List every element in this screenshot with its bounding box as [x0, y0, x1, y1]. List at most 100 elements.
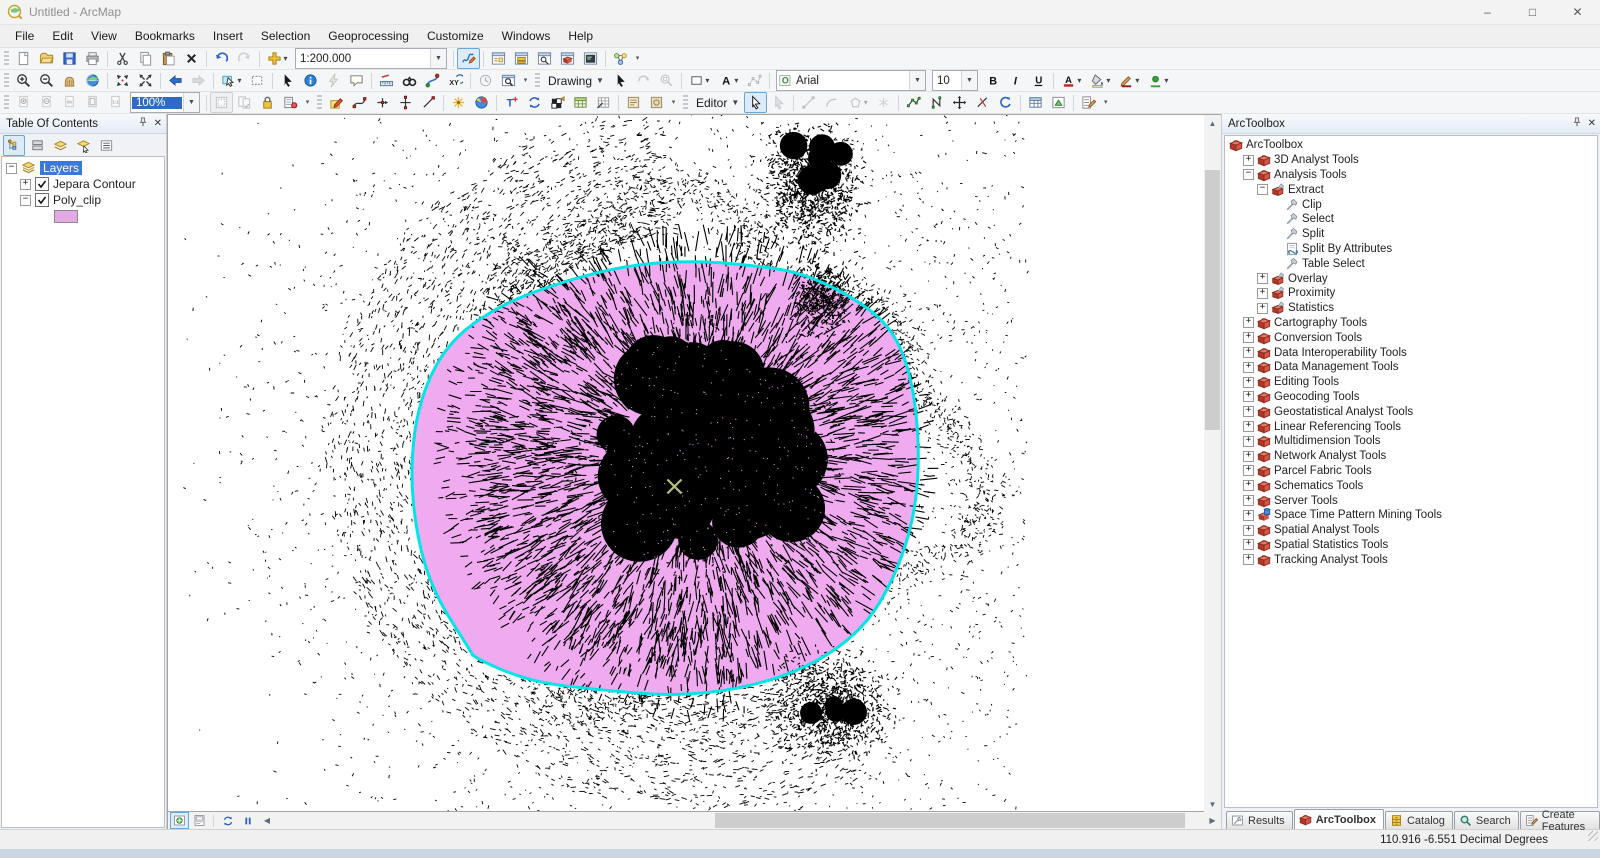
toolbox-item-label[interactable]: Network Analyst Tools — [1274, 450, 1386, 462]
layer-checkbox[interactable] — [35, 193, 49, 207]
toolbox-item-geostatistical-analyst-tools[interactable]: + Geostatistical Analyst Tools — [1229, 404, 1597, 419]
toolbox-item-label[interactable]: Schematics Tools — [1274, 480, 1363, 492]
expand-icon[interactable]: + — [1243, 376, 1254, 388]
cogo-tool-2-button[interactable] — [645, 92, 668, 113]
expand-icon[interactable]: + — [1243, 361, 1254, 373]
menu-file[interactable]: File — [6, 25, 43, 47]
paste-button[interactable] — [157, 48, 180, 69]
cut-button[interactable] — [111, 48, 134, 69]
toolbox-item-label[interactable]: Analysis Tools — [1274, 169, 1347, 181]
expand-icon[interactable]: + — [1243, 421, 1254, 433]
italic-button[interactable]: I — [1004, 70, 1027, 91]
toolbox-item-schematics-tools[interactable]: + Schematics Tools — [1229, 478, 1597, 493]
toc-options-button[interactable] — [95, 135, 117, 156]
layers-root-label[interactable]: Layers — [40, 161, 83, 175]
menu-edit[interactable]: Edit — [43, 25, 82, 47]
expand-icon[interactable]: + — [1243, 347, 1254, 359]
adjustment-preview-button[interactable] — [546, 92, 569, 113]
pin-icon[interactable] — [1571, 116, 1583, 131]
undo-button[interactable] — [210, 48, 233, 69]
expand-icon[interactable]: + — [1243, 465, 1254, 477]
toolbox-item-label[interactable]: Multidimension Tools — [1274, 435, 1381, 447]
layer-checkbox[interactable] — [35, 177, 49, 191]
expand-icon[interactable]: + — [1243, 539, 1254, 551]
collapse-icon[interactable]: − — [6, 162, 17, 174]
toolbox-item-label[interactable]: Data Management Tools — [1274, 361, 1398, 373]
identify-button[interactable] — [299, 70, 322, 91]
split-tool-button[interactable] — [925, 92, 948, 113]
text-tool-button[interactable]: A ▾ — [714, 70, 743, 91]
table-of-contents-window-button[interactable] — [487, 48, 510, 69]
fishnet-links-button[interactable] — [592, 92, 615, 113]
toolbox-item-label[interactable]: Spatial Analyst Tools — [1274, 524, 1379, 536]
toolbox-item-geocoding-tools[interactable]: + Geocoding Tools — [1229, 390, 1597, 405]
align-edge-button[interactable] — [394, 92, 417, 113]
scroll-up-icon[interactable]: ▲ — [1204, 115, 1221, 131]
expand-icon[interactable]: + — [20, 178, 31, 190]
expand-icon[interactable]: + — [1243, 509, 1254, 521]
trace-segment-button[interactable]: ▾ — [843, 92, 872, 113]
expand-icon[interactable]: + — [1243, 391, 1254, 403]
toolbox-item-label[interactable]: Geocoding Tools — [1274, 391, 1359, 403]
toolbox-item-label[interactable]: Statistics — [1288, 302, 1334, 314]
toolbox-item-table-select[interactable]: Table Select — [1229, 256, 1597, 271]
layout-lock-pan-zoom-button[interactable] — [256, 92, 279, 113]
close-icon[interactable]: ✕ — [154, 118, 162, 129]
scroll-left-icon[interactable]: ◀ — [259, 813, 275, 829]
toolbox-item-split-by-attributes[interactable]: Split By Attributes — [1229, 242, 1597, 257]
layout-pan-button[interactable] — [58, 92, 81, 113]
fixed-zoom-out-button[interactable] — [134, 70, 157, 91]
toolbox-item-label[interactable]: Split By Attributes — [1302, 243, 1392, 255]
edit-tool-arrow-button[interactable] — [744, 92, 768, 113]
expand-icon[interactable]: + — [1257, 273, 1268, 285]
toolbar-grip[interactable] — [535, 73, 540, 88]
toolbar-overflow-icon[interactable]: ▾ — [668, 93, 679, 112]
toolbox-item-parcel-fabric-tools[interactable]: + Parcel Fabric Tools — [1229, 464, 1597, 479]
collapse-icon[interactable]: − — [1257, 184, 1268, 196]
list-by-source-button[interactable] — [26, 135, 48, 156]
cut-polygons-button[interactable] — [971, 92, 994, 113]
html-popup-button[interactable] — [345, 70, 368, 91]
zoom-out-button[interactable] — [35, 70, 58, 91]
menu-windows[interactable]: Windows — [493, 25, 560, 47]
layout-focus-data-frame-button[interactable] — [233, 92, 256, 113]
editor-menu[interactable]: Editor ▼ — [691, 93, 744, 112]
toolbar-grip[interactable] — [683, 95, 688, 110]
menu-selection[interactable]: Selection — [252, 25, 319, 47]
expand-icon[interactable]: + — [1243, 450, 1254, 462]
toolbox-item-label[interactable]: Table Select — [1302, 258, 1365, 270]
attributes-grid-green-button[interactable] — [569, 92, 592, 113]
rotate-tool-button[interactable] — [994, 92, 1017, 113]
resize-grip[interactable] — [1588, 831, 1598, 841]
menu-help[interactable]: Help — [559, 25, 602, 47]
toolbox-item-label[interactable]: 3D Analyst Tools — [1274, 154, 1359, 166]
python-window-button[interactable] — [579, 48, 602, 69]
layer-symbol-swatch[interactable] — [54, 209, 78, 223]
toolbox-item-label[interactable]: Clip — [1302, 199, 1322, 211]
toolbox-item-label[interactable]: Linear Referencing Tools — [1274, 421, 1401, 433]
viewer-window-button[interactable] — [497, 70, 520, 91]
pause-drawing-button[interactable] — [238, 812, 257, 829]
generalize-edge-button[interactable] — [417, 92, 440, 113]
error-inspector-button[interactable] — [447, 92, 470, 113]
toolbox-item-data-management-tools[interactable]: + Data Management Tools — [1229, 360, 1597, 375]
toolbox-item-arctoolbox[interactable]: ArcToolbox — [1229, 138, 1597, 153]
toolbar-grip[interactable] — [4, 51, 9, 66]
toolbox-item-space-time-pattern-mining-tools[interactable]: + Space Time Pattern Mining Tools — [1229, 508, 1597, 523]
toc-symbol-poly-clip[interactable] — [6, 208, 164, 224]
toolbox-item-extract[interactable]: − Extract — [1229, 182, 1597, 197]
edit-vertices-button[interactable] — [743, 70, 766, 91]
toc-layer-jepara-contour[interactable]: + Jepara Contour — [6, 176, 164, 192]
straight-segment-button[interactable] — [797, 92, 820, 113]
move-tool-button[interactable] — [948, 92, 971, 113]
collapse-icon[interactable]: − — [20, 194, 31, 206]
toolbox-item-multidimension-tools[interactable]: + Multidimension Tools — [1229, 434, 1597, 449]
time-slider-button[interactable] — [474, 70, 497, 91]
toolbox-item-statistics[interactable]: + Statistics — [1229, 301, 1597, 316]
zoom-to-selected-elements-button[interactable] — [655, 70, 678, 91]
toolbox-item-network-analyst-tools[interactable]: + Network Analyst Tools — [1229, 449, 1597, 464]
rotate-element-button[interactable] — [632, 70, 655, 91]
add-data-button[interactable]: ▾ — [263, 48, 292, 69]
dock-tab-arctoolbox[interactable]: ArcToolbox — [1293, 809, 1384, 829]
modelbuilder-button[interactable] — [609, 48, 632, 69]
